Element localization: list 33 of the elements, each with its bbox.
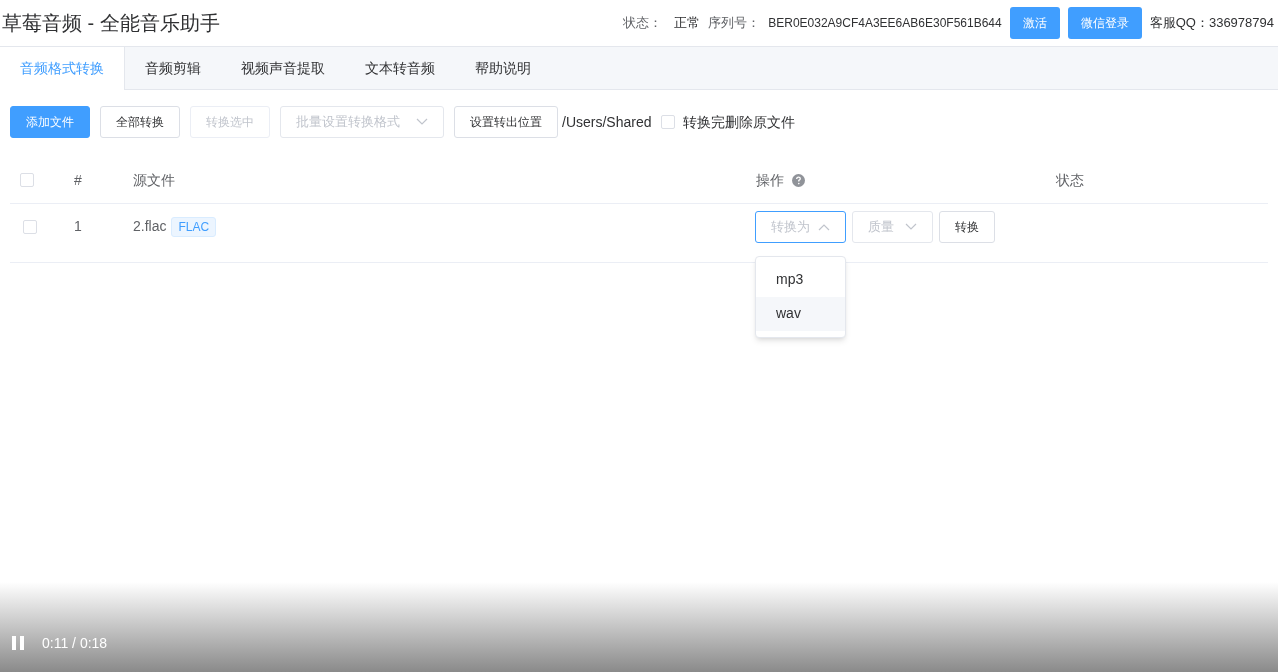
table-cell-text: 1 [74, 217, 83, 236]
caret-icon [416, 118, 428, 126]
caret-icon [818, 222, 830, 231]
time-display: 0:11 / 0:18 [42, 636, 108, 650]
checkbox[interactable] [661, 115, 676, 129]
checkbox[interactable] [23, 219, 37, 234]
serial-label: 序列号： [708, 14, 761, 33]
status-label: 状态： [623, 14, 663, 33]
file-name: 2.flac [133, 217, 167, 236]
support-qq: 客服QQ：336978794 [1149, 14, 1274, 33]
status-value: 正常 [674, 14, 701, 33]
column-header: 源文件 [133, 170, 175, 190]
format-tag: FLAC [171, 216, 217, 237]
toolbar-button[interactable]: 设置转出位置 [454, 106, 558, 138]
convert-button[interactable]: 转换 [939, 210, 995, 243]
dropdown-option[interactable]: wav [756, 296, 845, 331]
help-icon[interactable] [792, 173, 805, 187]
caret-icon [905, 222, 917, 231]
column-header: 状态 [1056, 170, 1084, 190]
column-header: # [74, 170, 82, 190]
app-title: 草莓音频 - 全能音乐助手 [2, 11, 220, 36]
tab[interactable]: 帮助说明 [455, 47, 551, 90]
dropdown-option[interactable]: mp3 [756, 262, 845, 297]
checkbox-label: 转换完删除原文件 [683, 112, 796, 132]
checkbox[interactable] [20, 173, 34, 187]
toolbar-button[interactable]: 全部转换 [100, 106, 180, 138]
tab[interactable]: 文本转音频 [345, 47, 455, 90]
serial-number: BER0E032A9CF4A3EE6AB6E30F561B644 [768, 15, 1002, 32]
output-path: /Users/Shared [562, 112, 652, 132]
tab[interactable]: 音频剪辑 [125, 47, 221, 90]
column-header: 操作 [756, 170, 784, 190]
tab[interactable]: 视频声音提取 [221, 47, 345, 90]
pause-icon[interactable] [12, 636, 24, 650]
